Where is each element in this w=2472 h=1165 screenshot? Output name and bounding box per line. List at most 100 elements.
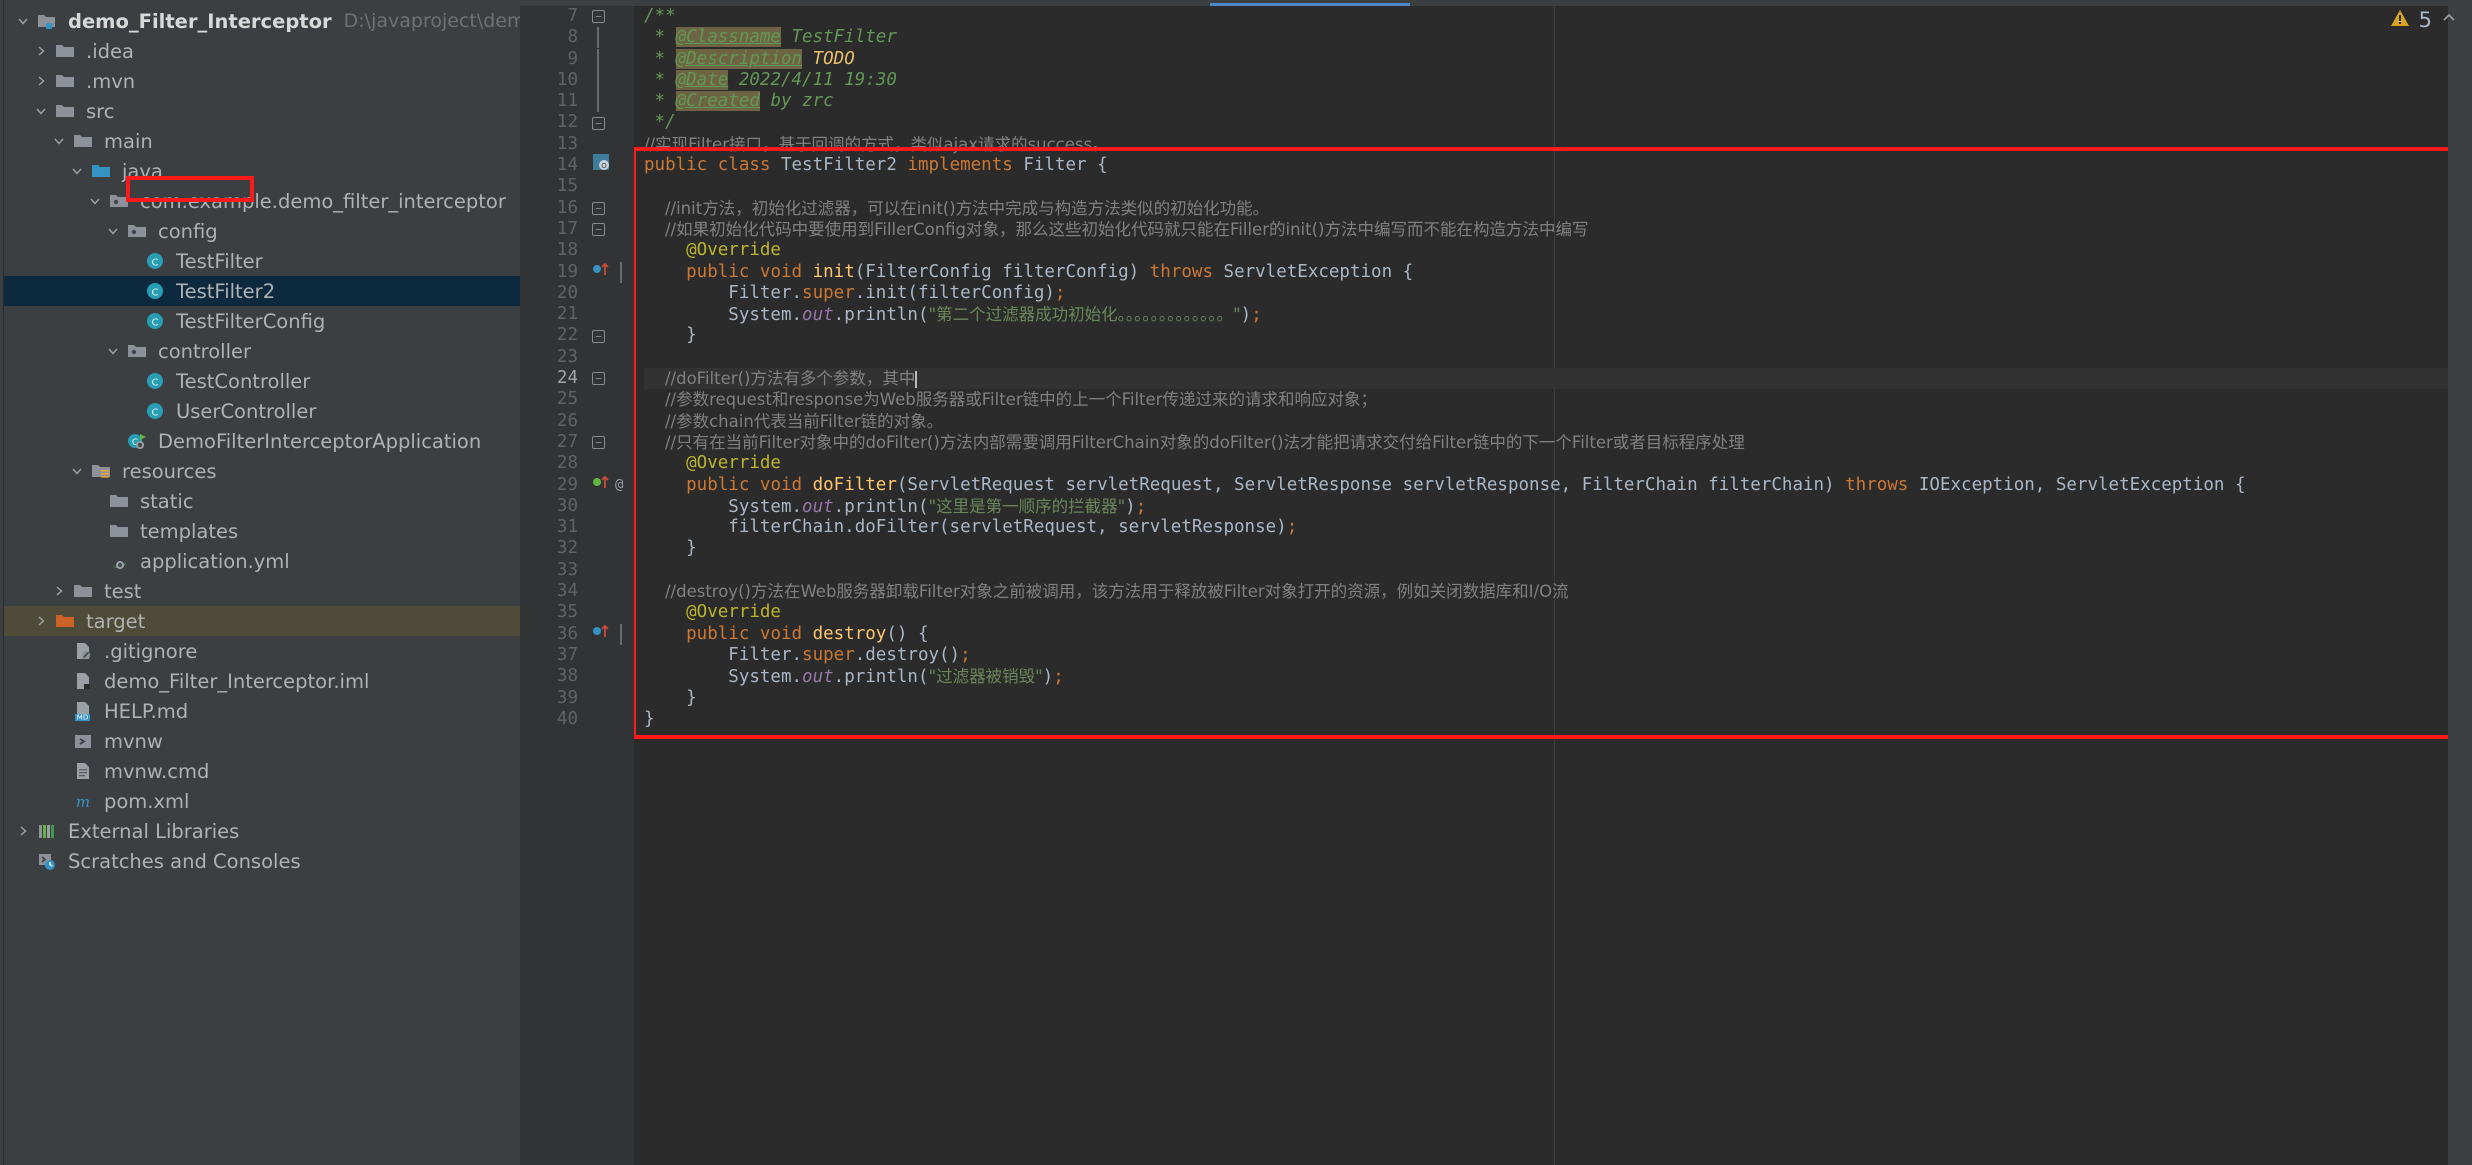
code-line[interactable]: * @Description TODO [644,48,2448,70]
code-line[interactable]: public void init(FilterConfig filterConf… [644,262,2448,283]
project-tree[interactable]: demo_Filter_Interceptor D:\javaproject\de… [4,6,520,876]
tree-item-static[interactable]: static [4,486,520,516]
code-line[interactable]: } [644,688,2448,709]
tree-item-testfilter2[interactable]: C TestFilter2 [4,276,520,306]
code-line[interactable]: filterChain.doFilter(servletRequest, ser… [644,517,2448,538]
tree-item-testfilterconfig[interactable]: C TestFilterConfig [4,306,520,336]
gutter-mark[interactable] [590,91,634,113]
code-line[interactable]: public void destroy() { [644,624,2448,645]
fold-open-icon[interactable]: − [592,201,605,215]
chevron-right-icon[interactable] [12,824,34,838]
tree-item-target[interactable]: target [4,606,520,636]
code-line[interactable]: * @Date 2022/4/11 19:30 [644,69,2448,91]
overriding-method-icon[interactable] [592,260,612,285]
code-line[interactable]: System.out.println("过滤器被销毁"); [644,666,2448,687]
annotation-marker-icon[interactable]: @ [615,475,623,496]
chevron-down-icon[interactable] [66,164,88,178]
tree-item-mvnw-cmd[interactable]: mvnw.cmd [4,756,520,786]
chevron-up-icon[interactable] [2440,9,2458,32]
gutter-mark[interactable] [590,622,634,647]
tree-item-external-libraries[interactable]: External Libraries [4,816,520,846]
tree-item-help-md[interactable]: MD HELP.md [4,696,520,726]
code-line[interactable]: @Override [644,453,2448,474]
code-line[interactable]: public class TestFilter2 implements Filt… [644,155,2448,176]
chevron-down-icon[interactable] [48,134,70,148]
tree-item-usercontroller[interactable]: C UserController [4,396,520,426]
tree-item-application-yml[interactable]: application.yml [4,546,520,576]
code-line[interactable]: @Override [644,240,2448,261]
tree-item-gitignore[interactable]: .gitignore [4,636,520,666]
code-line[interactable]: System.out.println("这里是第一顺序的拦截器"); [644,496,2448,517]
fold-close-icon[interactable]: − [592,329,605,343]
tree-item-controller[interactable]: controller [4,336,520,366]
tree-item-src[interactable]: src [4,96,520,126]
code-line[interactable]: * @Classname TestFilter [644,27,2448,48]
code-line[interactable]: System.out.println("第二个过滤器成功初始化。。。。。。。。。… [644,304,2448,325]
tree-item-resources[interactable]: resources [4,456,520,486]
code-canvas[interactable]: /** * @Classname TestFilter * @Descripti… [634,6,2448,1165]
inspection-scrollbar[interactable] [2448,6,2472,1165]
gutter-mark[interactable] [590,260,634,285]
fold-close-icon[interactable]: − [592,223,605,237]
code-line[interactable] [644,347,2448,368]
code-line[interactable]: */ [644,112,2448,133]
code-line[interactable]: } [644,325,2448,346]
gutter-mark[interactable]: − [590,219,634,240]
code-line[interactable]: } [644,709,2448,730]
tree-item-com-example-demo-filter-interceptor[interactable]: com.example.demo_filter_interceptor [4,186,520,216]
project-tool-window[interactable]: demo_Filter_Interceptor D:\javaproject\de… [4,0,520,1165]
overriding-method-icon[interactable] [592,622,612,647]
chevron-right-icon[interactable] [48,584,70,598]
chevron-down-icon[interactable] [30,104,52,118]
chevron-down-icon[interactable] [102,224,124,238]
fold-close-icon[interactable]: − [592,436,605,450]
code-line[interactable]: //doFilter()方法有多个参数，其中 [644,368,2448,390]
fold-open-icon[interactable]: − [592,10,605,24]
tree-item-pom-xml[interactable]: m pom.xml [4,786,520,816]
code-line[interactable]: /** [644,6,2448,27]
code-line[interactable] [644,176,2448,197]
tree-item-mvnw[interactable]: mvnw [4,726,520,756]
gutter-mark[interactable] [590,70,634,92]
inspection-status-widget[interactable]: 5 [2389,0,2472,40]
tree-item-demofilterinterceptorapplication[interactable]: C DemoFilterInterceptorApplication [4,426,520,456]
gutter-mark[interactable]: O [590,154,634,176]
tree-item-demo-filter-interceptor[interactable]: demo_Filter_Interceptor D:\javaproject\de… [4,6,520,36]
code-line[interactable]: //实现Filter接口，基于回调的方式，类似ajax请求的success。 [644,134,2448,155]
code-line[interactable]: //参数request和response为Web服务器或Filter链中的上一个… [644,389,2448,410]
code-line[interactable] [644,560,2448,581]
code-line[interactable]: //只有在当前Filter对象中的doFilter()方法内部需要调用Filte… [644,432,2448,453]
tree-item-testcontroller[interactable]: C TestController [4,366,520,396]
tree-item-config[interactable]: config [4,216,520,246]
chevron-right-icon[interactable] [30,74,52,88]
tree-item-templates[interactable]: templates [4,516,520,546]
code-line[interactable]: Filter.super.destroy(); [644,645,2448,666]
gutter-mark[interactable]: − [590,368,634,389]
code-line[interactable]: @Override [644,602,2448,623]
gutter-mark[interactable]: − [590,198,634,219]
gutter-mark[interactable]: − [590,112,634,133]
tree-item-demo-filter-interceptor-iml[interactable]: demo_Filter_Interceptor.iml [4,666,520,696]
code-line[interactable]: } [644,538,2448,559]
tree-item-testfilter[interactable]: C TestFilter [4,246,520,276]
fold-close-icon[interactable]: − [592,116,605,130]
overriding-method-icon[interactable] [592,473,612,498]
tree-item-java[interactable]: java [4,156,520,186]
tree-item-test[interactable]: test [4,576,520,606]
tree-item-idea[interactable]: .idea [4,36,520,66]
gutter-mark[interactable]: − [590,6,634,27]
code-line[interactable]: Filter.super.init(filterConfig); [644,283,2448,304]
gutter-mark[interactable]: − [590,325,634,346]
tree-item-main[interactable]: main [4,126,520,156]
chevron-down-icon[interactable] [12,14,34,28]
chevron-down-icon[interactable] [66,464,88,478]
gutter-marks-column[interactable]: − − O − − − − − @ [590,6,634,1165]
code-line[interactable]: public void doFilter(ServletRequest serv… [644,475,2448,496]
gutter-mark[interactable] [590,48,634,70]
chevron-down-icon[interactable] [102,344,124,358]
gutter-mark[interactable] [590,27,634,49]
gutter-mark[interactable]: @ [590,475,634,496]
tree-item-mvn[interactable]: .mvn [4,66,520,96]
chevron-right-icon[interactable] [30,44,52,58]
chevron-down-icon[interactable] [84,194,106,208]
